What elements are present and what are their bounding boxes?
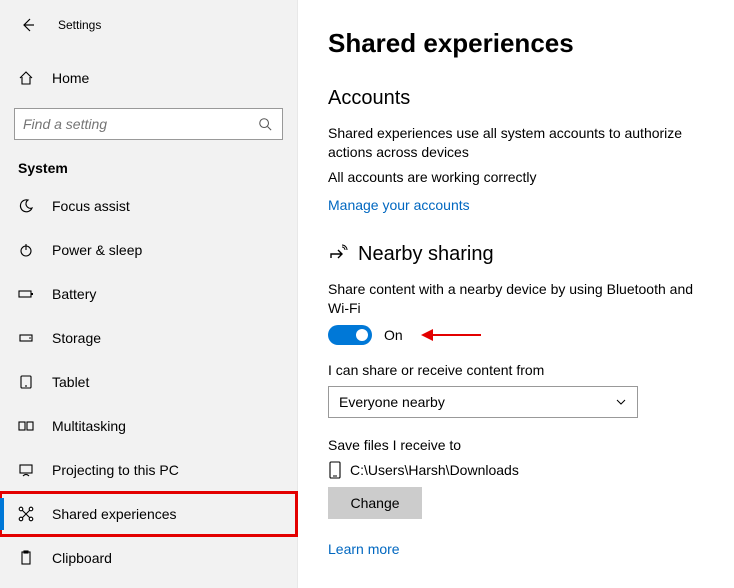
clipboard-icon — [18, 550, 34, 566]
nav-item-battery[interactable]: Battery — [0, 272, 297, 316]
category-label: System — [0, 148, 297, 184]
moon-icon — [18, 198, 34, 214]
nav-item-clipboard[interactable]: Clipboard — [0, 536, 297, 580]
nearby-desc: Share content with a nearby device by us… — [328, 280, 714, 318]
nav-label: Clipboard — [52, 550, 112, 566]
header: Settings — [0, 4, 297, 46]
nav-home[interactable]: Home — [0, 58, 297, 98]
nav-label: Power & sleep — [52, 242, 142, 258]
nearby-heading-text: Nearby sharing — [358, 243, 494, 266]
accounts-desc: Shared experiences use all system accoun… — [328, 124, 714, 162]
search-icon — [258, 117, 274, 131]
main-content: Shared experiences Accounts Shared exper… — [298, 0, 734, 588]
manage-accounts-link[interactable]: Manage your accounts — [328, 197, 470, 213]
nav-item-storage[interactable]: Storage — [0, 316, 297, 360]
nearby-heading: Nearby sharing — [328, 243, 714, 266]
device-icon — [328, 461, 342, 479]
nav-label: Storage — [52, 330, 101, 346]
home-icon — [18, 70, 34, 86]
nav-item-multitasking[interactable]: Multitasking — [0, 404, 297, 448]
nav-label: Battery — [52, 286, 96, 302]
storage-icon — [18, 330, 34, 346]
share-source-label: I can share or receive content from — [328, 361, 714, 380]
nav-item-tablet[interactable]: Tablet — [0, 360, 297, 404]
tablet-icon — [18, 374, 34, 390]
page-title: Shared experiences — [328, 28, 714, 59]
window-title: Settings — [58, 18, 101, 32]
save-path-row: C:\Users\Harsh\Downloads — [328, 461, 714, 479]
nav-home-label: Home — [52, 70, 89, 86]
nav-item-power-sleep[interactable]: Power & sleep — [0, 228, 297, 272]
nav-item-projecting[interactable]: Projecting to this PC — [0, 448, 297, 492]
select-value: Everyone nearby — [339, 394, 445, 410]
multitasking-icon — [18, 418, 34, 434]
search-box[interactable] — [14, 108, 283, 140]
nav-label: Projecting to this PC — [52, 462, 179, 478]
nav-label: Focus assist — [52, 198, 130, 214]
arrow-left-icon — [20, 17, 36, 33]
nav-label: Shared experiences — [52, 506, 177, 522]
sidebar: Settings Home System Focus assist Power … — [0, 0, 298, 588]
share-icon — [328, 244, 348, 264]
nav-item-focus-assist[interactable]: Focus assist — [0, 184, 297, 228]
accounts-heading: Accounts — [328, 87, 714, 110]
back-button[interactable] — [14, 11, 42, 39]
change-button[interactable]: Change — [328, 487, 422, 519]
projecting-icon — [18, 462, 34, 478]
nearby-sharing-toggle[interactable] — [328, 325, 372, 345]
search-input[interactable] — [23, 116, 258, 132]
share-source-select[interactable]: Everyone nearby — [328, 386, 638, 418]
nearby-toggle-row: On — [328, 325, 714, 345]
save-path-text: C:\Users\Harsh\Downloads — [350, 462, 519, 478]
nav-label: Multitasking — [52, 418, 126, 434]
power-icon — [18, 242, 34, 258]
shared-experiences-icon — [18, 506, 34, 522]
accounts-status: All accounts are working correctly — [328, 168, 714, 187]
nav-item-shared-experiences[interactable]: Shared experiences — [0, 492, 297, 536]
learn-more-link[interactable]: Learn more — [328, 541, 400, 557]
battery-icon — [18, 286, 34, 302]
save-to-label: Save files I receive to — [328, 436, 714, 455]
toggle-state-label: On — [384, 327, 403, 343]
annotation-arrow — [421, 334, 481, 336]
nav-label: Tablet — [52, 374, 89, 390]
chevron-down-icon — [615, 396, 627, 408]
